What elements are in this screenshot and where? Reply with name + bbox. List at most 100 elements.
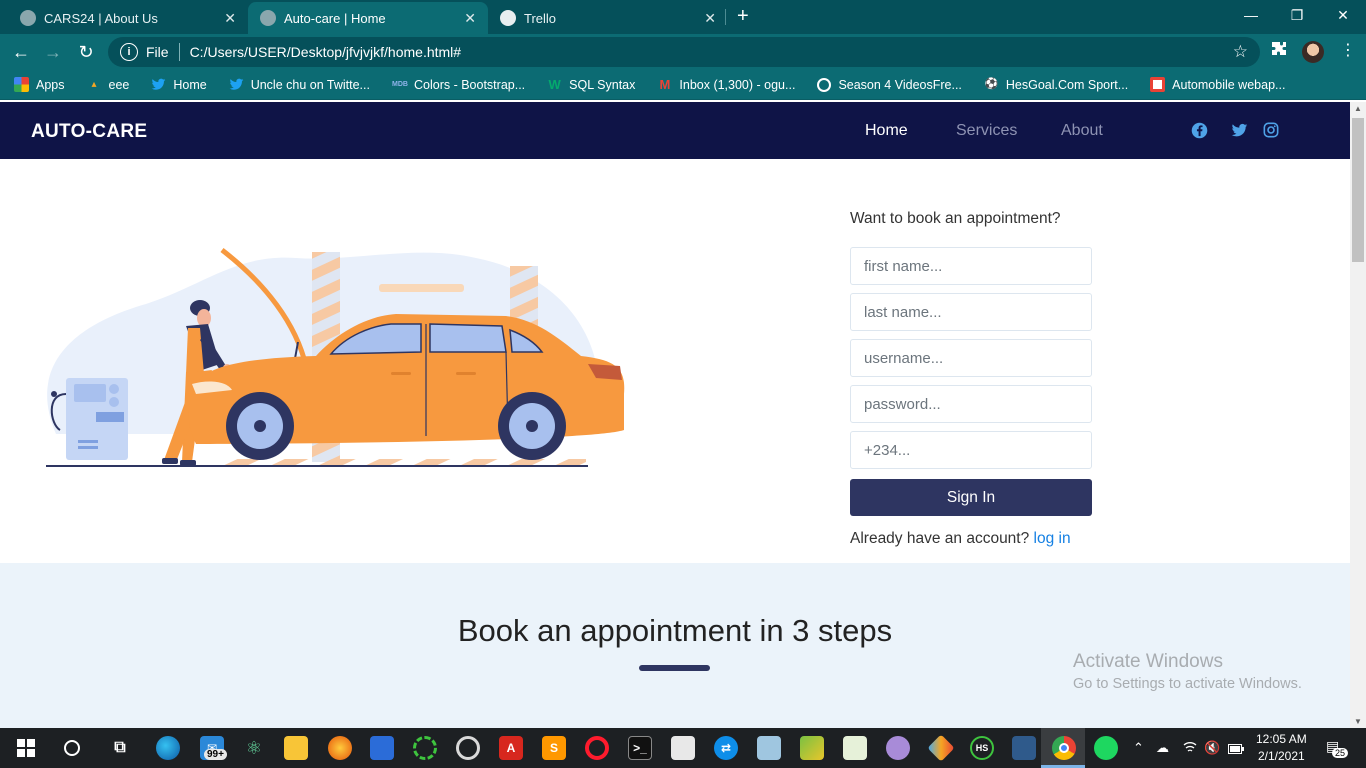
site-brand[interactable]: AUTO-CARE — [31, 121, 147, 143]
gmail-icon: M — [659, 77, 671, 92]
bookmark-inbox[interactable]: M Inbox (1,300) - ogu... — [657, 77, 795, 92]
extensions-puzzle-icon[interactable] — [1271, 41, 1287, 62]
new-tab-button[interactable]: + — [737, 5, 749, 27]
mail-badge: 99+ — [204, 749, 227, 760]
scroll-down-arrow-icon[interactable]: ▼ — [1354, 717, 1362, 726]
bookmark-label: Uncle chu on Twitte... — [250, 77, 370, 92]
close-icon[interactable]: ✕ — [464, 10, 476, 27]
nav-services[interactable]: Services — [956, 122, 1017, 140]
edge-icon[interactable] — [156, 736, 180, 760]
file-explorer-icon[interactable] — [284, 736, 308, 760]
onedrive-cloud-icon[interactable]: ☁ — [1156, 740, 1169, 756]
restore-button[interactable]: ❐ — [1274, 0, 1320, 30]
hs-app-icon[interactable]: HS — [970, 736, 994, 760]
login-link[interactable]: log in — [1034, 530, 1071, 547]
store-window-icon[interactable] — [370, 736, 394, 760]
volume-muted-icon[interactable]: 🔇 — [1204, 740, 1220, 756]
profile-avatar[interactable] — [1302, 41, 1324, 63]
show-hidden-icons-chevron-icon[interactable]: ⌃ — [1133, 740, 1144, 756]
info-icon[interactable]: i — [120, 43, 138, 61]
firefox-icon[interactable] — [328, 736, 352, 760]
bookmark-hesgoal[interactable]: ⚽ HesGoal.Com Sport... — [984, 77, 1129, 92]
tab-title: Trello — [524, 10, 557, 26]
windows-start-icon[interactable] — [14, 736, 38, 760]
sublime-text-icon[interactable]: S — [542, 736, 566, 760]
apps-grid-icon — [14, 77, 29, 92]
bookmark-label: Colors - Bootstrap... — [413, 77, 526, 92]
browser-toolbar: ← → ↻ i File C:/Users/USER/Desktop/jfvjv… — [0, 34, 1366, 70]
mysql-workbench-icon[interactable] — [1012, 736, 1036, 760]
watermark-subtitle: Go to Settings to activate Windows. — [1073, 676, 1302, 692]
wifi-icon[interactable] — [1183, 740, 1197, 757]
globe-icon — [260, 10, 276, 26]
shopping-bag-icon[interactable] — [671, 736, 695, 760]
bluestacks-icon[interactable] — [800, 736, 824, 760]
last-name-field[interactable] — [850, 293, 1092, 331]
bookmark-eee[interactable]: ▴ eee — [87, 77, 129, 92]
tab-autocare[interactable]: Auto-care | Home ✕ — [248, 2, 488, 34]
password-field[interactable] — [850, 385, 1092, 423]
bookmark-bootstrap-colors[interactable]: MDB Colors - Bootstrap... — [392, 77, 525, 92]
instagram-icon[interactable] — [1263, 122, 1280, 139]
spotify-icon[interactable] — [1094, 736, 1118, 760]
acrobat-icon[interactable]: A — [499, 736, 523, 760]
first-name-field[interactable] — [850, 247, 1092, 285]
terminal-icon[interactable]: >_ — [628, 736, 652, 760]
address-scheme-label: File — [146, 44, 169, 60]
page-scrollbar[interactable]: ▲ ▼ — [1350, 102, 1366, 728]
atom-icon[interactable]: ⚛ — [242, 736, 266, 760]
media-player-icon[interactable] — [456, 736, 480, 760]
globe-icon — [20, 10, 36, 26]
opera-icon[interactable] — [585, 736, 609, 760]
address-divider — [178, 43, 180, 61]
mechanic-car-illustration — [46, 248, 625, 467]
spreadsheet-app-icon[interactable] — [843, 736, 867, 760]
clock-time: 12:05 AM — [1256, 732, 1307, 746]
teamviewer-icon[interactable]: ⇄ — [714, 736, 738, 760]
nav-about[interactable]: About — [1061, 122, 1103, 140]
tab-cars24[interactable]: CARS24 | About Us ✕ — [8, 2, 248, 34]
tab-trello[interactable]: Trello ✕ — [488, 2, 728, 34]
web-page: AUTO-CARE Home Services About Want to bo… — [0, 102, 1350, 728]
phone-field[interactable] — [850, 431, 1092, 469]
nav-home[interactable]: Home — [865, 122, 908, 140]
window-close-button[interactable]: ✕ — [1320, 0, 1366, 30]
taskbar-clock[interactable]: 12:05 AM 2/1/2021 — [1256, 731, 1307, 765]
address-url[interactable]: C:/Users/USER/Desktop/jfvjvjkf/home.html… — [190, 44, 462, 60]
bookmark-season4[interactable]: Season 4 VideosFre... — [817, 77, 962, 92]
form-heading: Want to book an appointment? — [850, 210, 1061, 227]
sign-in-button[interactable]: Sign In — [850, 479, 1092, 516]
steps-section: Book an appointment in 3 steps — [0, 563, 1350, 728]
bookmark-label: Automobile webap... — [1172, 77, 1286, 92]
bookmark-star-icon[interactable]: ☆ — [1233, 42, 1248, 62]
close-icon[interactable]: ✕ — [224, 10, 236, 27]
bookmark-home[interactable]: Home — [151, 77, 207, 92]
bookmark-uncle-chu[interactable]: Uncle chu on Twitte... — [229, 77, 370, 92]
search-circle-icon[interactable] — [60, 736, 84, 760]
reload-button[interactable]: ↻ — [74, 40, 98, 64]
chrome-icon[interactable] — [1052, 736, 1076, 760]
back-button[interactable]: ← — [9, 40, 33, 64]
battery-icon[interactable] — [1228, 742, 1244, 757]
lift-beam — [379, 284, 464, 292]
forward-button[interactable]: → — [41, 40, 65, 64]
minimize-button[interactable]: — — [1228, 0, 1274, 30]
close-icon[interactable]: ✕ — [704, 10, 716, 27]
bookmark-sql-syntax[interactable]: W SQL Syntax — [547, 77, 636, 92]
more-menu-icon[interactable]: ⋮ — [1340, 40, 1356, 60]
facebook-icon[interactable] — [1191, 122, 1208, 139]
bookmark-label: Apps — [36, 77, 65, 92]
scroll-thumb[interactable] — [1352, 118, 1364, 262]
github-desktop-icon[interactable] — [886, 736, 910, 760]
browser-tab-strip: CARS24 | About Us ✕ Auto-care | Home ✕ T… — [0, 0, 1366, 34]
twitter-icon[interactable] — [1231, 122, 1248, 139]
scroll-up-arrow-icon[interactable]: ▲ — [1354, 104, 1362, 113]
address-bar[interactable]: i File C:/Users/USER/Desktop/jfvjvjkf/ho… — [108, 37, 1260, 67]
username-field[interactable] — [850, 339, 1092, 377]
bookmark-apps[interactable]: Apps — [14, 77, 65, 92]
glass-app-icon[interactable] — [757, 736, 781, 760]
green-ring-icon[interactable] — [413, 736, 437, 760]
twitter-icon — [151, 77, 166, 92]
task-view-icon[interactable]: ⧉ — [108, 736, 132, 760]
bookmark-automobile[interactable]: Automobile webap... — [1150, 77, 1285, 92]
